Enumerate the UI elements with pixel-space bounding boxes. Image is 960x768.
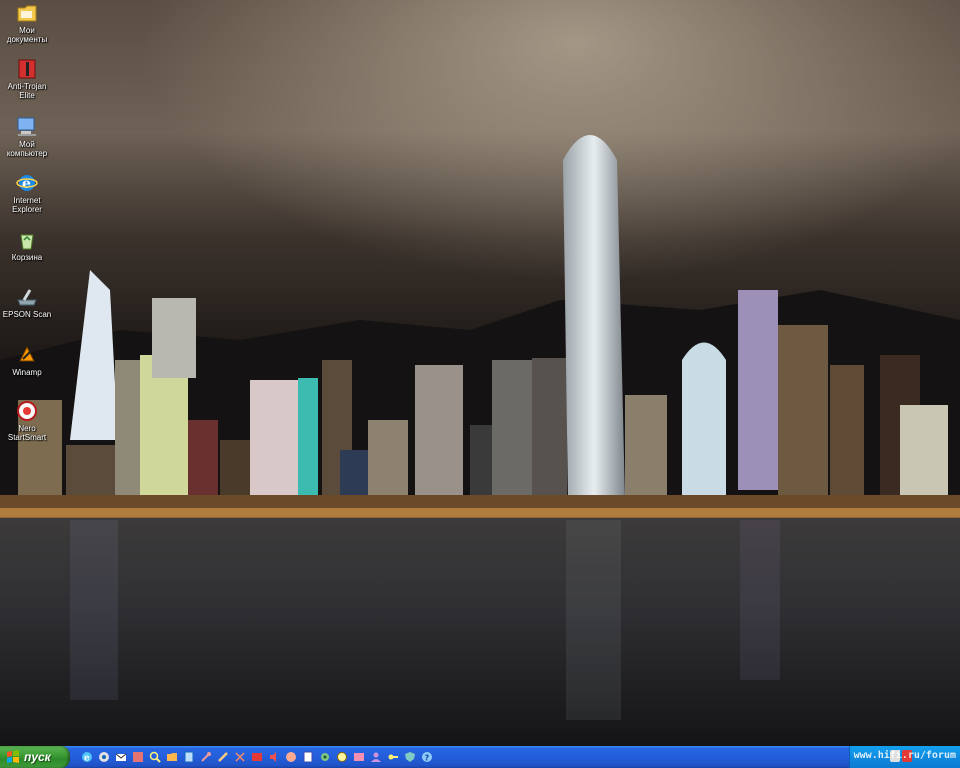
desktop-icon-label: Winamp xyxy=(12,368,42,377)
desktop-icon-label: Nero StartSmart xyxy=(7,424,47,442)
desktop-icon-recycle-bin[interactable]: Корзина xyxy=(0,229,54,262)
audio-icon[interactable] xyxy=(267,750,281,764)
red-app-icon[interactable] xyxy=(250,750,264,764)
desktop-icon-label: Мои документы xyxy=(6,26,48,44)
taskbar: пуск e ? www.hifi.ru/forum xyxy=(0,746,960,768)
ie-quicklaunch-icon[interactable]: e xyxy=(80,750,94,764)
desktop-icon-label: Internet Explorer xyxy=(12,196,42,214)
recycle-bin-icon xyxy=(16,229,38,251)
nero-icon xyxy=(16,400,38,422)
desktop-icon-my-computer[interactable]: Мой компьютер xyxy=(0,116,54,158)
settings-icon[interactable] xyxy=(335,750,349,764)
winamp-icon xyxy=(16,344,38,366)
search-icon[interactable] xyxy=(148,750,162,764)
shield-icon[interactable] xyxy=(403,750,417,764)
start-button[interactable]: пуск xyxy=(0,746,70,768)
windows-logo-icon xyxy=(7,750,19,763)
tray-watermark-text: www.hifi.ru/forum xyxy=(853,750,956,761)
pen-icon[interactable] xyxy=(216,750,230,764)
key-icon[interactable] xyxy=(386,750,400,764)
document-icon[interactable] xyxy=(182,750,196,764)
desktop-icon-label: Мой компьютер xyxy=(6,140,48,158)
desktop-wallpaper xyxy=(0,0,960,746)
desktop-icon-label: Корзина xyxy=(11,253,43,262)
svg-text:e: e xyxy=(84,754,90,764)
desktop-icon-label: Anti-Trojan Elite xyxy=(7,82,47,100)
image-icon[interactable] xyxy=(352,750,366,764)
tools-icon[interactable] xyxy=(199,750,213,764)
internet-explorer-icon: e xyxy=(16,172,38,194)
quick-launch-bar: e ? xyxy=(80,749,434,765)
paint-icon[interactable] xyxy=(131,750,145,764)
globe-icon[interactable] xyxy=(284,750,298,764)
desktop-icon-anti-trojan[interactable]: Anti-Trojan Elite xyxy=(0,58,54,100)
folder-documents-icon xyxy=(16,2,38,24)
desktop-icon-my-documents[interactable]: Мои документы xyxy=(0,2,54,44)
mail-icon[interactable] xyxy=(114,750,128,764)
desktop-icon-nero[interactable]: Nero StartSmart xyxy=(0,400,54,442)
desktop-icon-label: EPSON Scan xyxy=(2,310,52,319)
desktop-icon-winamp[interactable]: Winamp xyxy=(0,344,54,377)
calculator-icon[interactable] xyxy=(301,750,315,764)
gear-icon[interactable] xyxy=(318,750,332,764)
scanner-icon xyxy=(16,286,38,308)
media-icon[interactable] xyxy=(97,750,111,764)
system-tray: www.hifi.ru/forum xyxy=(849,746,960,768)
user-icon[interactable] xyxy=(369,750,383,764)
folder-icon[interactable] xyxy=(165,750,179,764)
scissors-icon[interactable] xyxy=(233,750,247,764)
desktop-icon-epson-scan[interactable]: EPSON Scan xyxy=(0,286,54,319)
my-computer-icon xyxy=(16,116,38,138)
help-icon[interactable]: ? xyxy=(420,750,434,764)
desktop-icon-internet-explorer[interactable]: e Internet Explorer xyxy=(0,172,54,214)
antitrojan-icon xyxy=(16,58,38,80)
svg-text:?: ? xyxy=(425,754,430,763)
start-label: пуск xyxy=(24,750,51,764)
